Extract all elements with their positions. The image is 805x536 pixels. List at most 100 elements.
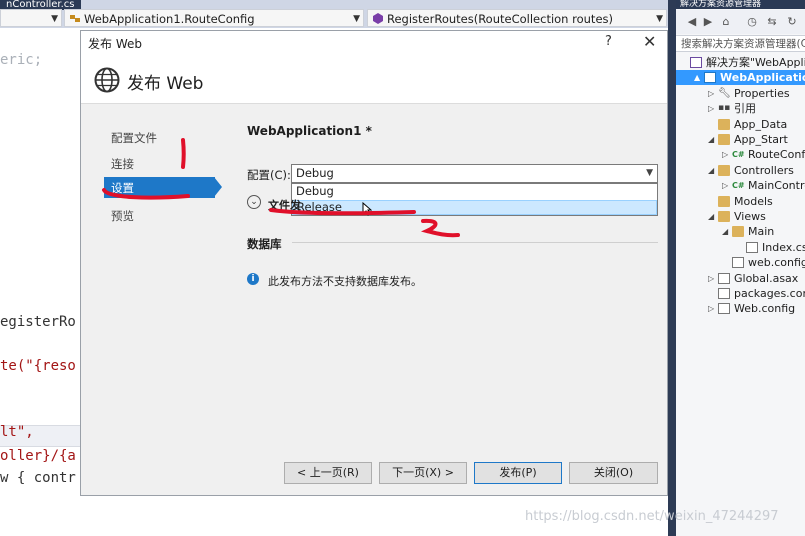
code-line: lt", bbox=[0, 424, 34, 440]
tree-item[interactable]: ▲ WebApplication1 bbox=[676, 70, 805, 86]
file-publish-options-label[interactable]: 文件发 bbox=[268, 197, 301, 213]
close-icon[interactable]: ✕ bbox=[643, 32, 656, 51]
config-file-icon bbox=[718, 303, 730, 315]
refresh-icon[interactable]: ↻ bbox=[784, 14, 800, 30]
tree-item[interactable]: ▷ C# RouteConfi bbox=[676, 147, 805, 162]
watermark: https://blog.csdn.net/weixin_47244297 bbox=[525, 509, 779, 524]
tree-item[interactable]: ▷ Web.config bbox=[676, 301, 805, 316]
next-button[interactable]: 下一页(X) > bbox=[379, 462, 467, 484]
dialog-titlebar: 发布 Web ? ✕ bbox=[81, 31, 667, 54]
expand-toggle-icon[interactable]: ◢ bbox=[708, 209, 714, 224]
chevron-down-icon[interactable]: ⌄ bbox=[247, 195, 261, 209]
tree-item[interactable]: packages.conf bbox=[676, 286, 805, 301]
folder-icon bbox=[718, 134, 730, 145]
step-profile[interactable]: 配置文件 bbox=[111, 130, 157, 146]
tree-item-label: RouteConfi bbox=[748, 148, 805, 162]
expand-toggle-icon[interactable]: ▷ bbox=[708, 86, 714, 101]
tree-item[interactable]: ▷ C# MainContro bbox=[676, 178, 805, 193]
code-line: te("{reso bbox=[0, 358, 76, 374]
tree-item[interactable]: ◢ Main bbox=[676, 224, 805, 239]
expand-toggle-icon[interactable]: ◢ bbox=[722, 224, 728, 239]
tree-item[interactable]: ◢ Views bbox=[676, 209, 805, 224]
config-file-icon bbox=[732, 257, 744, 269]
tree-item[interactable]: 解决方案"WebApplic bbox=[676, 55, 805, 70]
tree-item-label: web.config bbox=[748, 256, 805, 270]
class-combo[interactable]: WebApplication1.RouteConfig ▼ bbox=[64, 9, 364, 27]
back-icon[interactable]: ◀ bbox=[684, 14, 700, 30]
tree-item-label: 解决方案"WebApplic bbox=[706, 56, 805, 69]
expand-toggle-icon[interactable]: ◢ bbox=[708, 163, 714, 178]
tree-item[interactable]: ◢ App_Start bbox=[676, 132, 805, 147]
tree-item[interactable]: ▷ Global.asax bbox=[676, 271, 805, 286]
tree-item-label: App_Data bbox=[734, 117, 788, 131]
step-settings-label: 设置 bbox=[111, 181, 134, 195]
solution-explorer-toolbar: ◀ ▶ ⌂ ◷ ⇆ ↻ bbox=[676, 10, 805, 34]
folder-icon bbox=[718, 195, 730, 207]
code-line: eric; bbox=[0, 52, 43, 68]
csharp-file-icon: C# bbox=[732, 150, 745, 160]
configuration-dropdown-list: Debug Release bbox=[291, 183, 658, 216]
expand-toggle-icon[interactable]: ▷ bbox=[722, 147, 728, 162]
solution-search-input[interactable]: 搜索解决方案资源管理器(Ct bbox=[676, 35, 805, 52]
publish-web-dialog: 发布 Web ? ✕ 发布 Web 配置文件 连接 预览 设置 WebAppli… bbox=[80, 30, 668, 496]
history-icon[interactable]: ◷ bbox=[744, 14, 760, 30]
tree-item[interactable]: Models bbox=[676, 194, 805, 209]
solution-explorer: 解决方案资源管理器 ◀ ▶ ⌂ ◷ ⇆ ↻ 搜索解决方案资源管理器(Ct 解决方… bbox=[676, 0, 805, 536]
wrench-icon: 🔧︎ bbox=[718, 87, 731, 99]
publish-button[interactable]: 发布(P) bbox=[474, 462, 562, 484]
tree-item[interactable]: web.config bbox=[676, 255, 805, 270]
tree-item-label: packages.conf bbox=[734, 287, 805, 300]
mouse-cursor-icon bbox=[362, 202, 372, 216]
tree-item[interactable]: ◢ Controllers bbox=[676, 163, 805, 178]
tree-item-label: 引用 bbox=[734, 102, 756, 116]
step-connection[interactable]: 连接 bbox=[111, 156, 134, 172]
dialog-title: 发布 Web bbox=[88, 37, 142, 51]
configuration-label: 配置(C): bbox=[247, 168, 291, 182]
wizard-steps: 配置文件 连接 预览 bbox=[81, 104, 221, 404]
member-combo[interactable]: RegisterRoutes(RouteCollection routes) ▼ bbox=[367, 9, 667, 27]
member-combo-label: RegisterRoutes(RouteCollection routes) bbox=[387, 12, 613, 26]
help-button[interactable]: ? bbox=[605, 34, 612, 49]
expand-toggle-icon[interactable]: ▷ bbox=[708, 271, 714, 286]
tree-item[interactable]: Index.cs bbox=[676, 240, 805, 255]
tree-item-label: App_Start bbox=[734, 133, 788, 146]
config-file-icon bbox=[718, 288, 730, 299]
window-splitter[interactable] bbox=[668, 0, 676, 536]
forward-icon[interactable]: ▶ bbox=[700, 14, 716, 30]
tree-item-label: WebApplication1 bbox=[720, 71, 805, 85]
expand-toggle-icon[interactable]: ▲ bbox=[694, 70, 700, 85]
option-release[interactable]: Release bbox=[292, 200, 657, 215]
home-icon[interactable]: ⌂ bbox=[718, 14, 734, 30]
expand-toggle-icon[interactable]: ◢ bbox=[708, 132, 714, 147]
chevron-down-icon: ▼ bbox=[656, 14, 663, 24]
tree-item-label: Global.asax bbox=[734, 271, 799, 285]
class-icon bbox=[69, 11, 81, 22]
tree-item-label: Controllers bbox=[734, 163, 794, 177]
tree-item-label: Views bbox=[734, 210, 766, 223]
expand-toggle-icon[interactable]: ▷ bbox=[708, 301, 714, 316]
dialog-header: 发布 Web bbox=[81, 54, 667, 104]
step-preview[interactable]: 预览 bbox=[111, 208, 134, 224]
configuration-select[interactable]: Debug ▼ bbox=[291, 164, 658, 183]
prev-button[interactable]: < 上一页(R) bbox=[284, 462, 372, 484]
tree-item-label: Models bbox=[734, 194, 773, 208]
sync-icon[interactable]: ⇆ bbox=[764, 14, 780, 30]
expand-toggle-icon[interactable]: ▷ bbox=[722, 178, 728, 193]
tree-item-label: Web.config bbox=[734, 302, 796, 316]
asax-file-icon bbox=[718, 272, 730, 284]
editor-navigation-bar: nController.cs ▼ WebApplication1.RouteCo… bbox=[0, 0, 676, 28]
option-debug[interactable]: Debug bbox=[292, 184, 657, 199]
expand-toggle-icon[interactable]: ▷ bbox=[708, 101, 714, 116]
section-divider bbox=[292, 242, 658, 243]
dialog-heading: 发布 Web bbox=[127, 74, 204, 94]
tree-item[interactable]: ▷ 🔧︎ Properties bbox=[676, 86, 805, 101]
tree-item[interactable]: App_Data bbox=[676, 117, 805, 132]
tree-item[interactable]: ▷ ▪▪ 引用 bbox=[676, 101, 805, 116]
folder-icon bbox=[718, 164, 730, 176]
tree-item-label: MainContro bbox=[748, 179, 805, 193]
project-combo[interactable]: ▼ bbox=[0, 9, 62, 27]
close-button[interactable]: 关闭(O) bbox=[569, 462, 658, 484]
database-info-text: 此发布方法不支持数据库发布。 bbox=[268, 275, 422, 288]
globe-icon bbox=[94, 67, 120, 93]
tree-item-label: Properties bbox=[734, 86, 790, 100]
